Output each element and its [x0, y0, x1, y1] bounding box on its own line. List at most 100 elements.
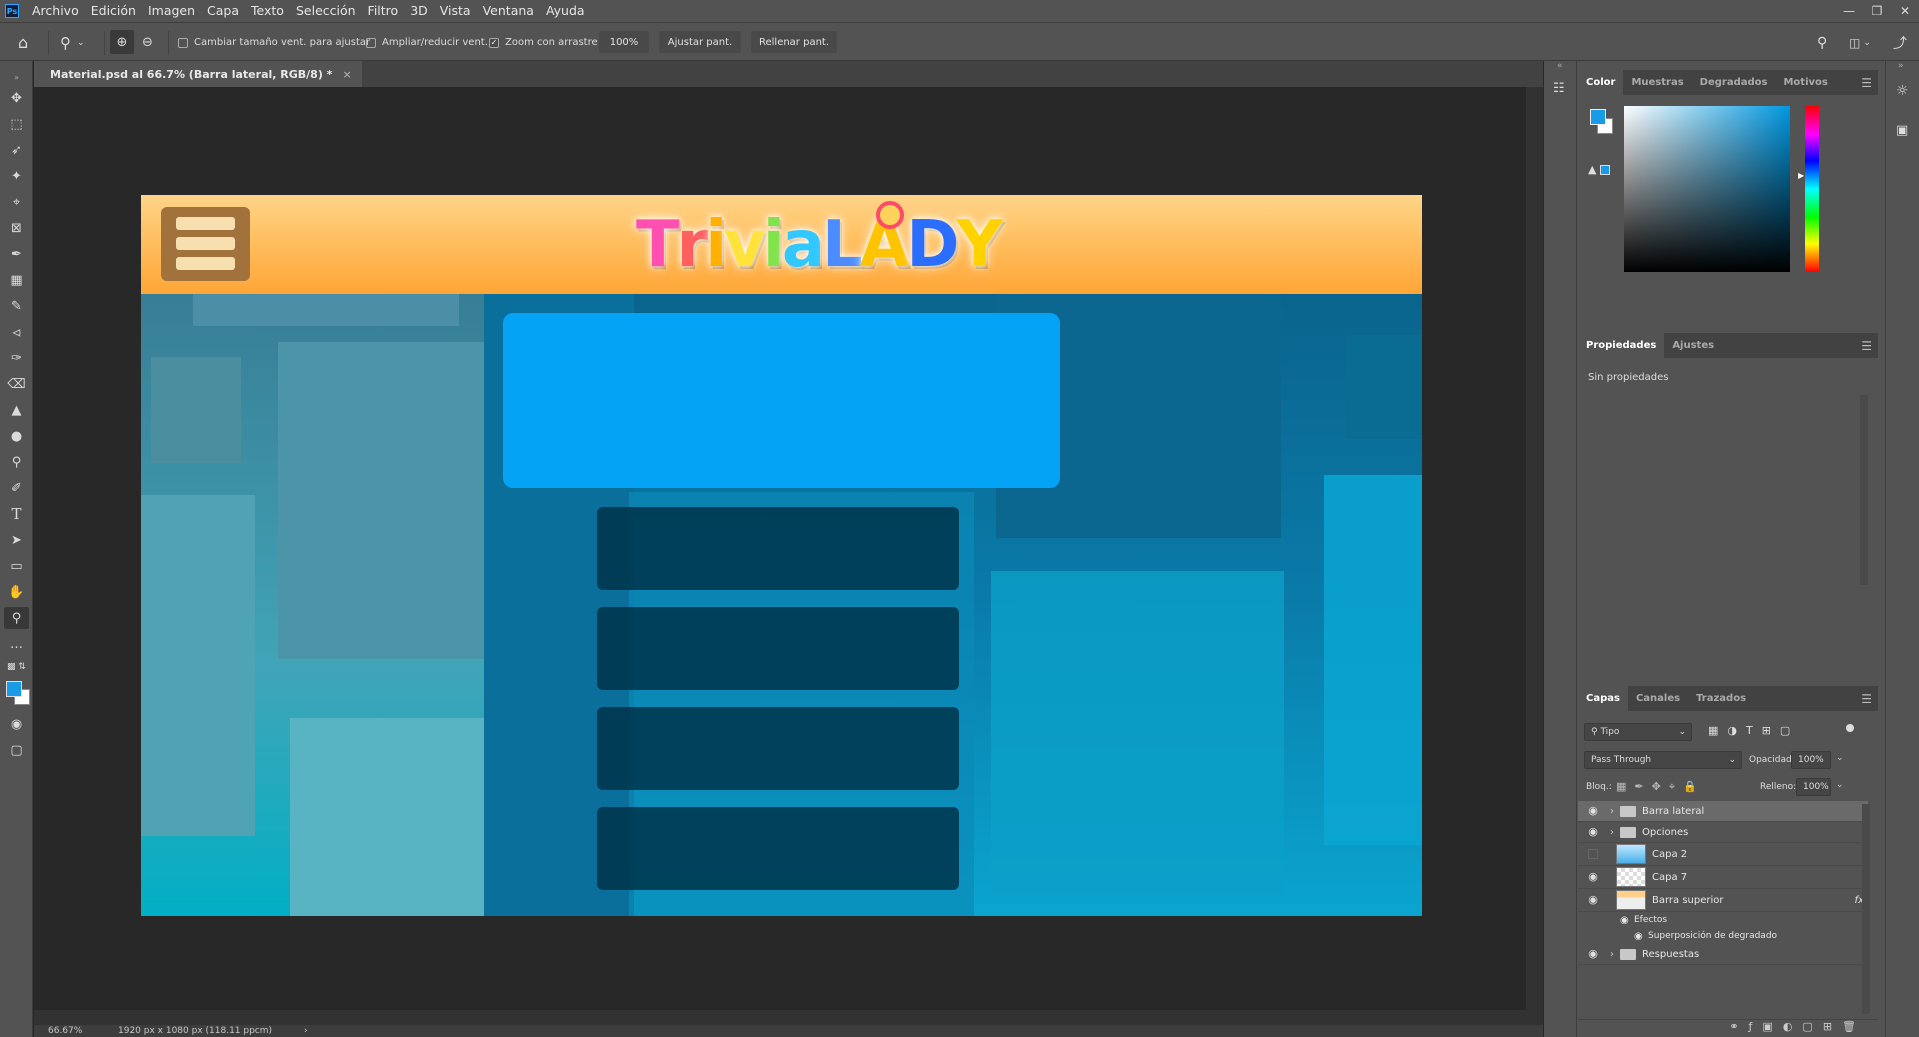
history-brush-tool-icon[interactable]: ✑: [4, 347, 29, 369]
layer-row[interactable]: ◉ › Opciones: [1578, 822, 1868, 843]
magic-wand-tool-icon[interactable]: ✦: [4, 165, 29, 187]
brush-tool-icon[interactable]: ✎: [4, 295, 29, 317]
minimize-icon[interactable]: —: [1835, 4, 1863, 18]
marquee-tool-icon[interactable]: ⬚: [4, 113, 29, 135]
eyedropper-tool-icon[interactable]: ✒: [4, 243, 29, 265]
document-canvas[interactable]: TriviaLADY: [141, 195, 1422, 916]
expand-group-icon[interactable]: ›: [1610, 806, 1614, 817]
search-icon[interactable]: ⚲: [1817, 23, 1827, 62]
menu-item[interactable]: Edición: [85, 0, 142, 22]
screen-mode-icon[interactable]: ▢: [4, 739, 29, 761]
zoom-out-icon[interactable]: ⊖: [142, 23, 153, 62]
restore-icon[interactable]: ❐: [1863, 4, 1891, 18]
expand-group-icon[interactable]: ›: [1610, 827, 1614, 838]
quick-mask-icon[interactable]: ◉: [4, 713, 29, 735]
effect-eye-icon[interactable]: ◉: [1620, 915, 1629, 926]
collapse-toolbar-icon[interactable]: »: [4, 66, 29, 88]
web-safe-swatch[interactable]: [1600, 165, 1610, 175]
hue-slider[interactable]: [1805, 106, 1819, 272]
properties-scrollbar[interactable]: [1860, 395, 1868, 585]
libraries-panel-icon[interactable]: ▣: [1896, 123, 1908, 138]
lasso-tool-icon[interactable]: ➶: [4, 139, 29, 161]
fill-field[interactable]: 100%: [1796, 778, 1831, 796]
history-panel-icon[interactable]: ☷: [1553, 81, 1565, 96]
menu-item[interactable]: Imagen: [142, 0, 201, 22]
zoom-tool-icon[interactable]: ⚲: [4, 607, 29, 629]
menu-item[interactable]: Selección: [290, 0, 362, 22]
path-selection-tool-icon[interactable]: ➤: [4, 529, 29, 551]
close-document-icon[interactable]: ×: [342, 68, 351, 81]
default-colors-icon[interactable]: ▩ ⇅: [4, 659, 29, 675]
collapse-dock-icon[interactable]: »: [1898, 61, 1904, 71]
opacity-field[interactable]: 100%: [1791, 751, 1831, 769]
layer-row[interactable]: Capa 2: [1578, 843, 1868, 866]
properties-panel-tab[interactable]: Ajustes: [1664, 333, 1722, 358]
color-fg-swatch[interactable]: [1590, 109, 1606, 125]
lock-icons[interactable]: ▦✒✥⌖🔒: [1616, 780, 1705, 794]
status-zoom[interactable]: 66.67%: [48, 1026, 118, 1036]
eye-icon[interactable]: ◉: [1586, 948, 1600, 960]
layers-panel-tab[interactable]: Canales: [1628, 686, 1688, 711]
pen-tool-icon[interactable]: ✐: [4, 477, 29, 499]
menu-item[interactable]: Ayuda: [540, 0, 591, 22]
properties-panel-tab[interactable]: Propiedades: [1578, 333, 1665, 358]
home-icon[interactable]: ⌂: [18, 23, 40, 62]
rectangle-tool-icon[interactable]: ▭: [4, 555, 29, 577]
layer-effect-row[interactable]: ◉ Superposición de degradado: [1578, 928, 1868, 944]
properties-panel-menu-icon[interactable]: ☰: [1861, 339, 1872, 353]
layer-filter-select[interactable]: ⚲ Tipo ⌄: [1584, 723, 1692, 741]
share-icon[interactable]: ⤴: [1893, 23, 1907, 62]
fill-dropdown-icon[interactable]: ⌄: [1836, 780, 1844, 790]
menu-item[interactable]: Vista: [434, 0, 477, 22]
menu-item[interactable]: 3D: [404, 0, 434, 22]
filter-toggle-icon[interactable]: [1846, 724, 1854, 732]
blend-mode-select[interactable]: Pass Through ⌄: [1584, 751, 1742, 769]
scrubby-zoom-checkbox[interactable]: ✓ Zoom con arrastre: [489, 23, 598, 62]
zoom-tool-preset-icon[interactable]: ⚲ ⌄: [60, 23, 85, 62]
hidden-eye-icon[interactable]: [1588, 849, 1598, 859]
status-arrow-icon[interactable]: ›: [304, 1026, 308, 1036]
menu-item[interactable]: Ventana: [477, 0, 540, 22]
layers-panel-menu-icon[interactable]: ☰: [1861, 692, 1872, 706]
layer-effect-row[interactable]: ◉ Efectos: [1578, 912, 1868, 928]
layer-row[interactable]: ◉ Barra superior fx: [1578, 889, 1868, 912]
layers-footer-icons[interactable]: ⚭ƒ▣◐▢⊞🗑: [1578, 1019, 1878, 1037]
eye-icon[interactable]: ◉: [1586, 894, 1600, 906]
horizontal-scrollbar[interactable]: [34, 1010, 1526, 1025]
eye-icon[interactable]: ◉: [1586, 805, 1600, 817]
layer-row[interactable]: ◉ › Respuestas: [1578, 944, 1868, 965]
collapse-icons-icon[interactable]: «: [1557, 61, 1563, 71]
color-panel-tab[interactable]: Degradados: [1692, 70, 1776, 95]
menu-item[interactable]: Capa: [201, 0, 245, 22]
fill-screen-button[interactable]: Rellenar pant.: [751, 31, 837, 53]
learn-panel-icon[interactable]: ☼: [1896, 83, 1909, 99]
expand-group-icon[interactable]: ›: [1610, 949, 1614, 960]
blur-tool-icon[interactable]: ●: [4, 425, 29, 447]
foreground-color-swatch[interactable]: [6, 681, 22, 697]
opacity-dropdown-icon[interactable]: ⌄: [1836, 753, 1844, 763]
menu-item[interactable]: Filtro: [362, 0, 405, 22]
clone-stamp-tool-icon[interactable]: ⏿: [4, 321, 29, 343]
hue-slider-handle-icon[interactable]: ▶: [1798, 171, 1804, 180]
menu-item[interactable]: Texto: [245, 0, 290, 22]
document-tab[interactable]: Material.psd al 66.7% (Barra lateral, RG…: [34, 61, 362, 87]
zoom-in-icon[interactable]: ⊕: [110, 30, 134, 54]
dodge-tool-icon[interactable]: ⚲: [4, 451, 29, 473]
eye-icon[interactable]: ◉: [1586, 871, 1600, 883]
fit-screen-button[interactable]: Ajustar pant.: [659, 31, 741, 53]
color-panel-tab[interactable]: Muestras: [1623, 70, 1691, 95]
layers-panel-tab[interactable]: Capas: [1578, 686, 1628, 711]
zoom-all-windows-checkbox[interactable]: Ampliar/reducir vent.: [366, 23, 488, 62]
layers-scrollbar[interactable]: [1862, 804, 1870, 1014]
zoom-percent-field[interactable]: 100%: [599, 31, 649, 53]
vertical-scrollbar[interactable]: [1526, 87, 1543, 1025]
layers-panel-tab[interactable]: Trazados: [1688, 686, 1754, 711]
more-tools-icon[interactable]: …: [4, 633, 29, 655]
effect-eye-icon[interactable]: ◉: [1634, 931, 1643, 942]
layer-filter-icons[interactable]: ▦◑T⊞▢: [1708, 724, 1799, 737]
color-panel-tab[interactable]: Color: [1578, 70, 1624, 95]
color-panel-tab[interactable]: Motivos: [1775, 70, 1835, 95]
crop-tool-icon[interactable]: ⌖: [4, 191, 29, 213]
eye-icon[interactable]: ◉: [1586, 826, 1600, 838]
layer-row[interactable]: ◉ › Barra lateral: [1578, 801, 1868, 822]
